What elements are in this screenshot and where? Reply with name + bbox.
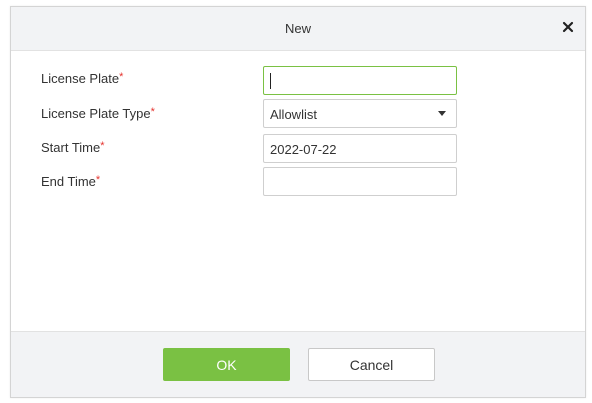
license-plate-label: License Plate*	[41, 71, 123, 86]
license-plate-type-selected: Allowlist	[270, 107, 317, 122]
required-mark: *	[150, 106, 155, 118]
cancel-button[interactable]: Cancel	[308, 348, 435, 381]
dialog-title: New	[284, 21, 311, 36]
required-mark: *	[95, 174, 101, 186]
license-plate-input[interactable]	[263, 66, 457, 95]
dialog-footer: OK Cancel	[11, 331, 585, 397]
start-time-value: 2022-07-22	[270, 142, 337, 157]
required-mark: *	[119, 71, 124, 83]
license-plate-type-label-text: License Plate Type	[41, 106, 151, 121]
end-time-input[interactable]	[263, 167, 457, 196]
start-time-input[interactable]: 2022-07-22	[263, 134, 457, 163]
license-plate-type-label: License Plate Type*	[41, 106, 155, 121]
ok-button[interactable]: OK	[163, 348, 290, 381]
caret-down-icon	[438, 111, 446, 116]
new-dialog: New License Plate* License Plate Type* A…	[10, 6, 586, 398]
end-time-label: End Time*	[41, 174, 100, 189]
license-plate-type-select[interactable]: Allowlist	[263, 99, 457, 128]
text-caret	[270, 73, 271, 89]
start-time-label: Start Time*	[41, 140, 105, 155]
license-plate-label-text: License Plate	[41, 71, 120, 86]
required-mark: *	[100, 140, 105, 152]
start-time-label-text: Start Time	[41, 140, 101, 155]
end-time-label-text: End Time	[41, 174, 96, 189]
close-icon[interactable]	[559, 18, 577, 36]
dialog-title-bar: New	[11, 7, 585, 51]
